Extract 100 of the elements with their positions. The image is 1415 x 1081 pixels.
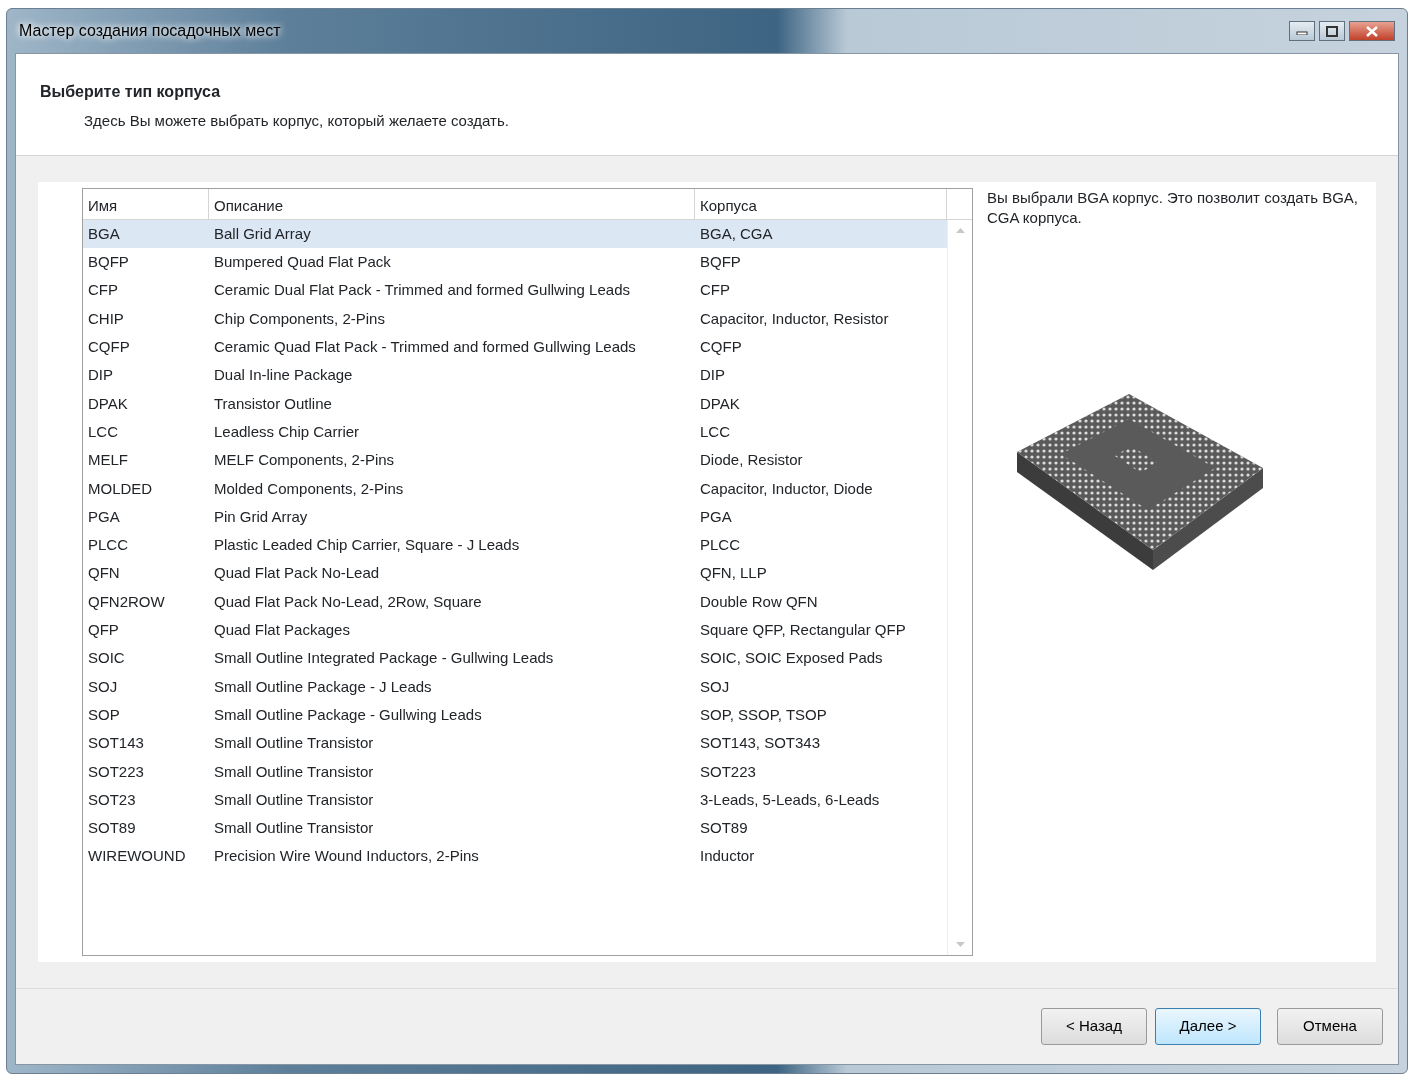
table-cell-text: DPAK	[87, 393, 129, 414]
table-cell-text: Quad Flat Packages	[213, 620, 351, 641]
table-cell-text: SOIC	[87, 648, 126, 669]
column-header[interactable]: Корпуса	[695, 189, 947, 219]
selected-table-row[interactable]: BGA Ball Grid Array BGA, CGA	[83, 220, 947, 249]
table-cell-text: SOIC, SOIC Exposed Pads	[699, 648, 884, 669]
table-row[interactable]: LCC Leadless Chip Carrier LCC	[83, 418, 947, 447]
column-header[interactable]: Имя	[83, 189, 209, 219]
table-cell-text: SOT89	[699, 818, 749, 839]
table-cell-text: SOP, SSOP, TSOP	[699, 704, 828, 725]
table-cell-text: SOT223	[699, 761, 757, 782]
table-cell-text: DIP	[87, 365, 114, 386]
table-cell-text: CHIP	[87, 308, 125, 329]
wizard-button[interactable]: Отмена	[1277, 1008, 1383, 1045]
table-cell-text: PGA	[699, 506, 733, 527]
table-row[interactable]: PLCC Plastic Leaded Chip Carrier, Square - J Leads PLCC	[83, 531, 947, 560]
table-cell-text: Dual In-line Package	[213, 365, 354, 386]
table-cell-text: WIREWOUND	[87, 846, 187, 867]
table-cell-text: Capacitor, Inductor, Resistor	[699, 308, 890, 329]
table-cell-text: Ceramic Dual Flat Pack - Trimmed and formed Gullwing Leads	[213, 280, 631, 301]
table-row[interactable]: SOJ Small Outline Package - J Leads SOJ	[83, 672, 947, 702]
window-title: Мастер создания посадочных мест	[18, 21, 281, 41]
table-cell-text: Small Outline Package - J Leads	[213, 676, 433, 697]
table-row[interactable]: CHIP Chip Components, 2-Pins Capacitor, Inductor, Resistor	[83, 304, 947, 334]
table-cell-text: Ball Grid Array	[213, 223, 312, 244]
table-row[interactable]: MELF MELF Components, 2-Pins Diode, Resistor	[83, 446, 947, 475]
table-cell-text: QFP	[87, 620, 120, 641]
table-cell-text: PLCC	[87, 535, 129, 556]
wizard-button[interactable]: Далее >	[1155, 1008, 1261, 1045]
table-row[interactable]: SOT23 Small Outline Transistor 3-Leads, 5-Leads, 6-Leads	[83, 785, 947, 815]
close-button[interactable]	[1349, 21, 1395, 41]
table-cell-text: SOT89	[87, 818, 137, 839]
table-cell-text: CFP	[699, 280, 731, 301]
table-cell-text: BGA	[87, 223, 121, 244]
table-cell-text: Plastic Leaded Chip Carrier, Square - J Leads	[213, 535, 521, 556]
table-cell-text: Small Outline Transistor	[213, 733, 375, 754]
table-cell-text: LCC	[699, 421, 731, 442]
table-cell-text: DPAK	[699, 393, 741, 414]
table-cell-text: Quad Flat Pack No-Lead, 2Row, Square	[213, 591, 483, 612]
wizard-button[interactable]: < Назад	[1041, 1008, 1147, 1045]
table-cell-text: SOT143	[87, 733, 145, 754]
table-row[interactable]: DIP Dual In-line Package DIP	[83, 361, 947, 390]
table-row[interactable]: MOLDED Molded Components, 2-Pins Capacitor, Inductor, Diode	[83, 474, 947, 503]
table-cell-text: SOJ	[87, 676, 119, 697]
table-cell-text: BQFP	[699, 252, 742, 273]
table-cell-text: Small Outline Transistor	[213, 789, 375, 810]
table-cell-text: Ceramic Quad Flat Pack - Trimmed and formed Gullwing Leads	[213, 337, 637, 358]
table-row[interactable]: QFP Quad Flat Packages Square QFP, Rectangular QFP	[83, 616, 947, 645]
table-cell-text: LCC	[87, 421, 119, 442]
table-cell-text: Inductor	[699, 846, 756, 867]
table-row[interactable]: SOT143 Small Outline Transistor SOT143, SOT343	[83, 729, 947, 758]
table-cell-text: Chip Components, 2-Pins	[213, 308, 386, 329]
table-cell-text: Square QFP, Rectangular QFP	[699, 620, 907, 641]
selection-description: Вы выбрали BGA корпус. Это позволит создать BGA, CGA корпуса.	[987, 188, 1359, 229]
page-description: Здесь Вы можете выбрать корпус, который желаете создать.	[83, 111, 510, 131]
table-cell-text: Pin Grid Array	[213, 506, 309, 527]
table-cell-text: Molded Components, 2-Pins	[213, 478, 405, 499]
table-row[interactable]: SOP Small Outline Package - Gullwing Leads SOP, SSOP, TSOP	[83, 701, 947, 730]
scroll-up-icon	[955, 228, 965, 233]
table-cell-text: Capacitor, Inductor, Diode	[699, 478, 874, 499]
table-row[interactable]: SOT89 Small Outline Transistor SOT89	[83, 814, 947, 843]
table-cell-text: BGA, CGA	[699, 223, 774, 244]
table-row[interactable]: CQFP Ceramic Quad Flat Pack - Trimmed and formed Gullwing Leads CQFP	[83, 333, 947, 362]
table-cell-text: Bumpered Quad Flat Pack	[213, 252, 392, 273]
page-heading: Выберите тип корпуса	[40, 82, 222, 102]
table-cell-text: QFN, LLP	[699, 563, 768, 584]
table-cell-text: PGA	[87, 506, 121, 527]
table-row[interactable]: QFN2ROW Quad Flat Pack No-Lead, 2Row, Square Double Row QFN	[83, 587, 947, 617]
maximize-icon	[1326, 25, 1338, 37]
table-row[interactable]: PGA Pin Grid Array PGA	[83, 502, 947, 532]
table-row[interactable]: SOT223 Small Outline Transistor SOT223	[83, 757, 947, 786]
table-cell-text: PLCC	[699, 535, 741, 556]
table-row[interactable]: SOIC Small Outline Integrated Package - Gullwing Leads SOIC, SOIC Exposed Pads	[83, 644, 947, 673]
table-cell-text: Double Row QFN	[699, 591, 819, 612]
table-row[interactable]: WIREWOUND Precision Wire Wound Inductors, 2-Pins Inductor	[83, 842, 947, 871]
table-row[interactable]: CFP Ceramic Dual Flat Pack - Trimmed and formed Gullwing Leads CFP	[83, 276, 947, 305]
table-cell-text: Small Outline Package - Gullwing Leads	[213, 704, 483, 725]
table-cell-text: Precision Wire Wound Inductors, 2-Pins	[213, 846, 480, 867]
table-cell-text: Transistor Outline	[213, 393, 333, 414]
minimize-button[interactable]	[1289, 21, 1315, 41]
table-cell-text: SOT143, SOT343	[699, 733, 822, 754]
table-cell-text: 3-Leads, 5-Leads, 6-Leads	[699, 789, 881, 810]
table-cell-text: DIP	[699, 365, 726, 386]
table-cell-text: Small Outline Transistor	[213, 818, 375, 839]
maximize-button[interactable]	[1319, 21, 1345, 41]
table-row[interactable]: DPAK Transistor Outline DPAK	[83, 389, 947, 419]
table-cell-text: CQFP	[87, 337, 131, 358]
table-cell-text: MELF Components, 2-Pins	[213, 450, 396, 471]
table-cell-text: MOLDED	[87, 478, 154, 499]
table-cell-text: QFN	[87, 563, 121, 584]
table-row[interactable]: BQFP Bumpered Quad Flat Pack BQFP	[83, 248, 947, 277]
table-cell-text: BQFP	[87, 252, 130, 273]
table-cell-text: SOT223	[87, 761, 145, 782]
table-cell-text: SOP	[87, 704, 121, 725]
table-row[interactable]: QFN Quad Flat Pack No-Lead QFN, LLP	[83, 559, 947, 588]
table-cell-text: CQFP	[699, 337, 743, 358]
table-cell-text: Diode, Resistor	[699, 450, 804, 471]
column-header[interactable]: Описание	[209, 189, 695, 219]
close-icon	[1366, 25, 1378, 37]
table-cell-text: MELF	[87, 450, 129, 471]
